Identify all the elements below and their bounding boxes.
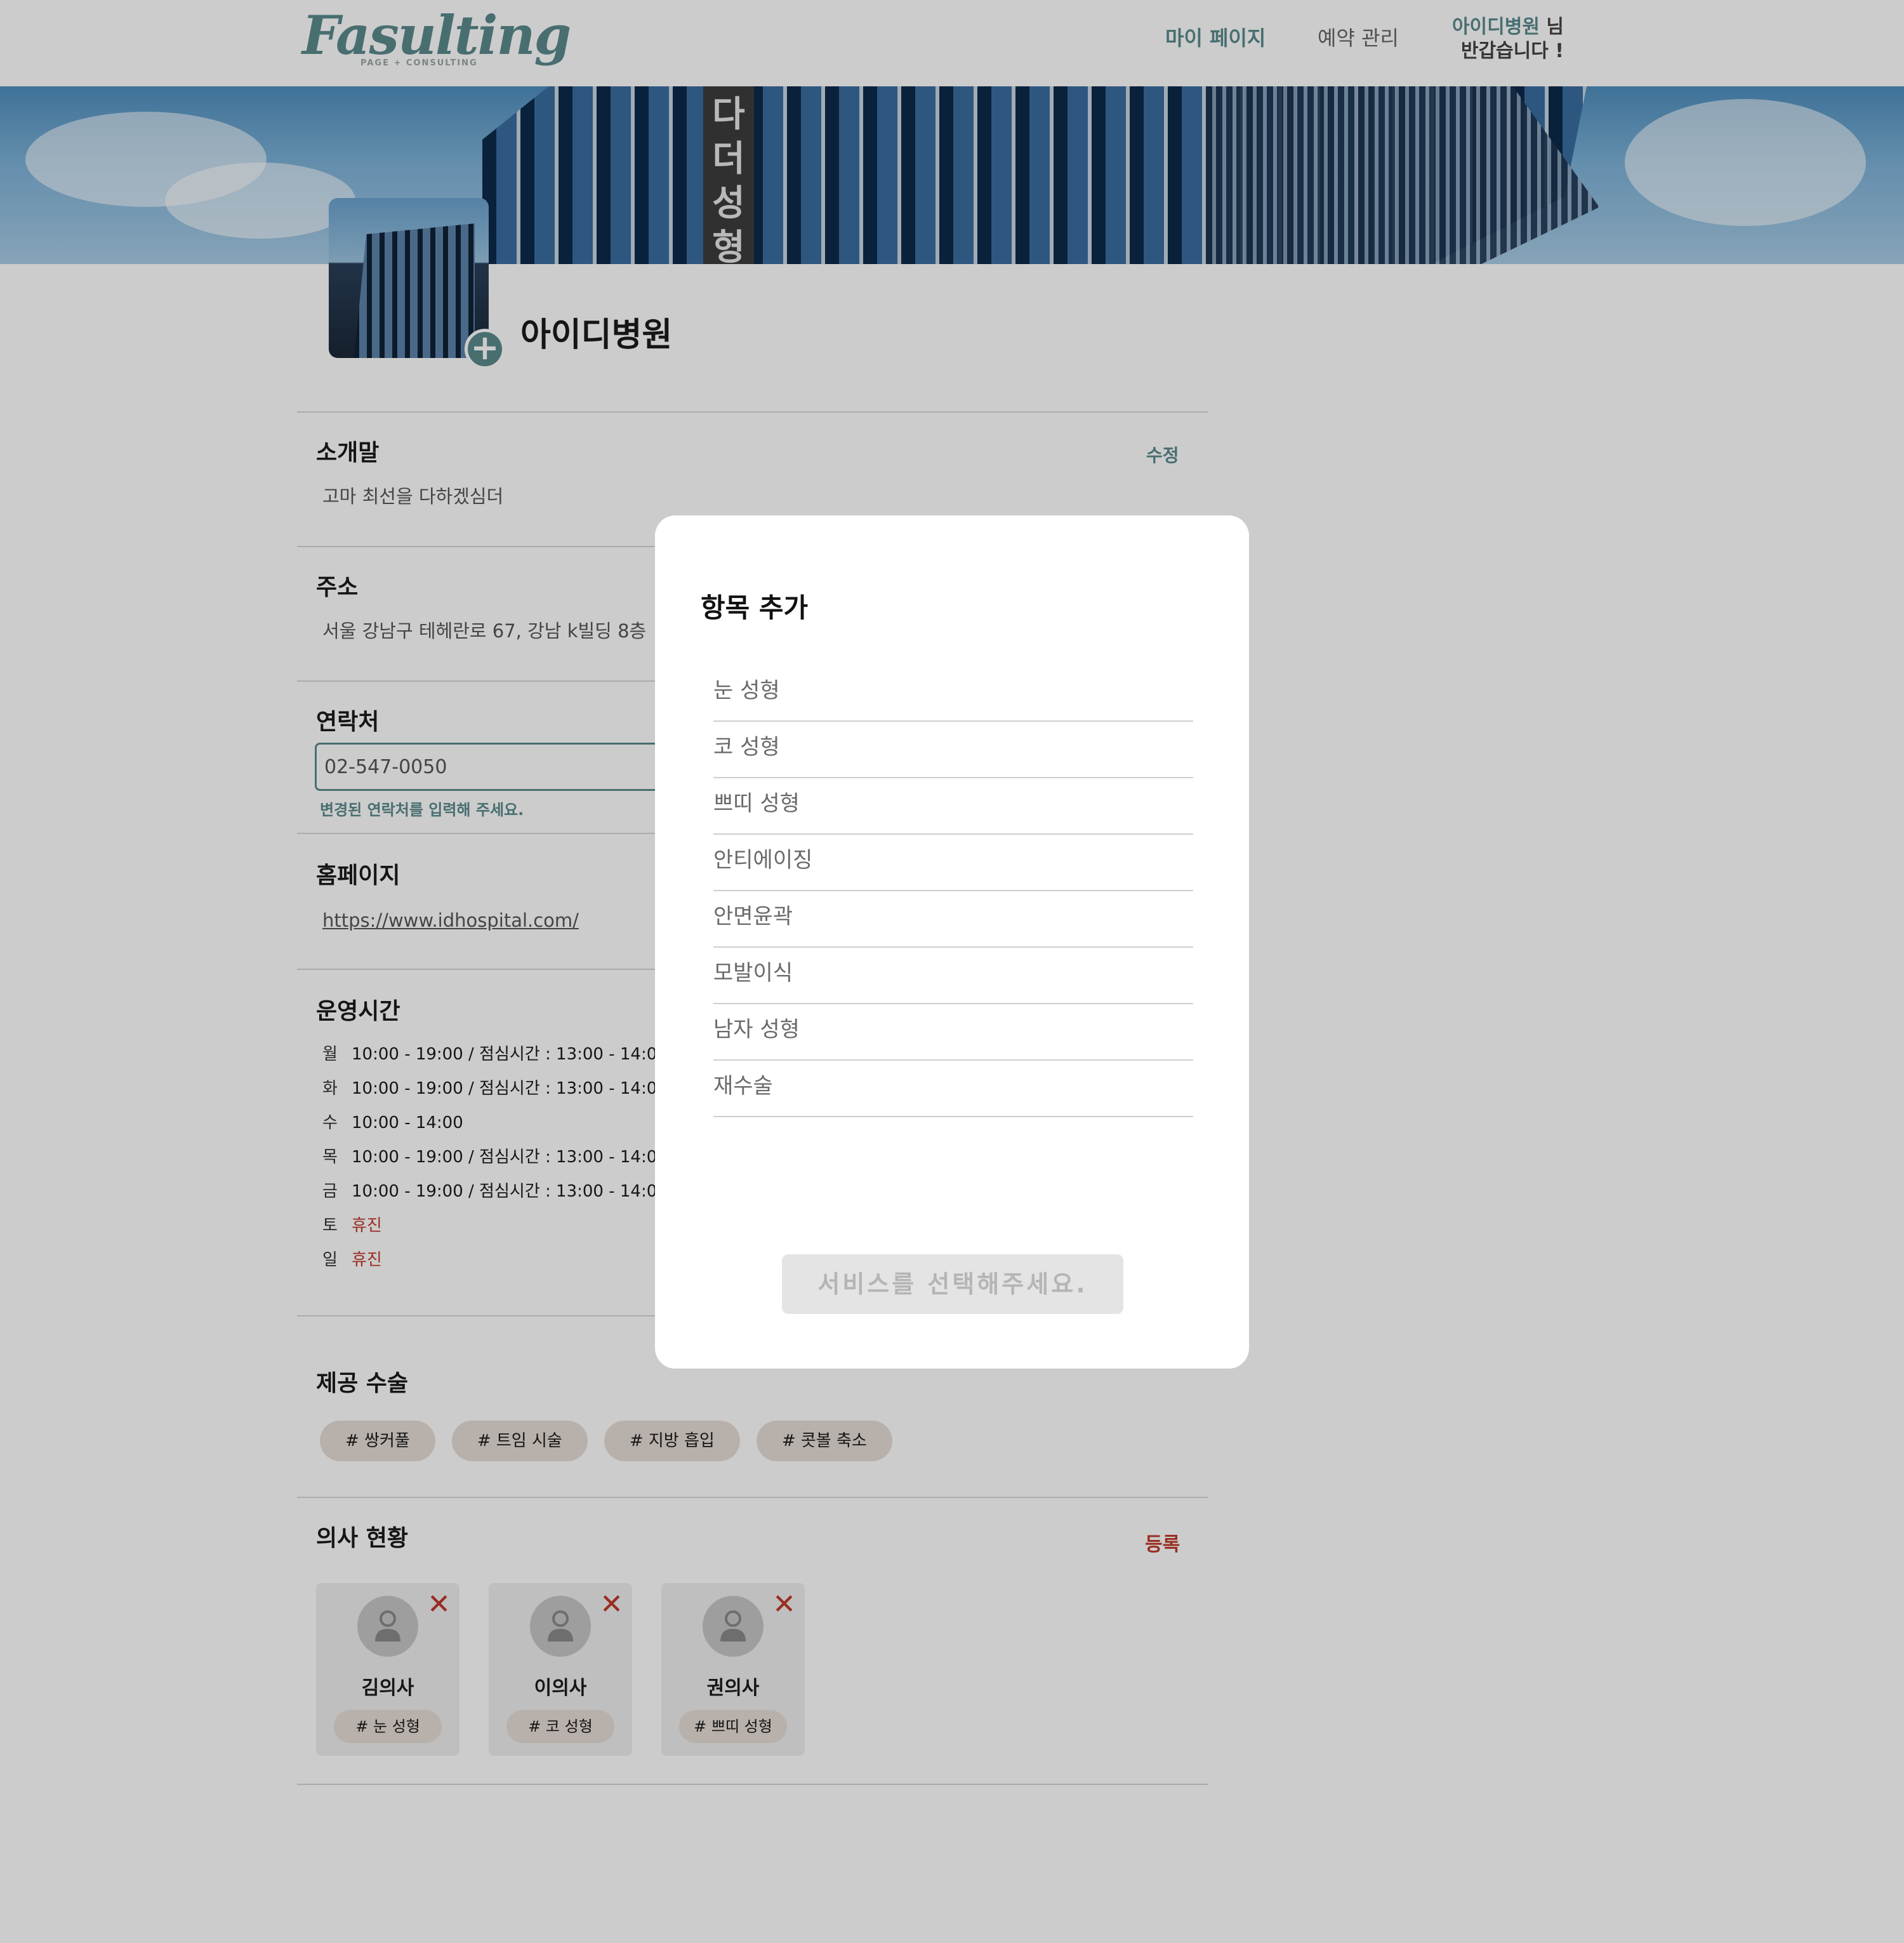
option-item[interactable]: 남자 성형 (713, 1004, 1193, 1061)
option-item[interactable]: 코 성형 (713, 722, 1193, 778)
select-service-button[interactable]: 서비스를 선택해주세요. (782, 1254, 1123, 1314)
option-item[interactable]: 쁘띠 성형 (713, 778, 1193, 835)
option-item[interactable]: 눈 성형 (713, 665, 1193, 722)
option-item[interactable]: 안티에이징 (713, 835, 1193, 891)
modal-title: 항목 추가 (701, 592, 809, 623)
add-item-modal: 항목 추가 눈 성형 코 성형 쁘띠 성형 안티에이징 안면윤곽 모발이식 남자… (655, 515, 1249, 1369)
option-item[interactable]: 재수술 (713, 1061, 1193, 1117)
option-item[interactable]: 안면윤곽 (713, 891, 1193, 948)
option-item[interactable]: 모발이식 (713, 948, 1193, 1004)
option-list: 눈 성형 코 성형 쁘띠 성형 안티에이징 안면윤곽 모발이식 남자 성형 재수… (713, 665, 1193, 1117)
